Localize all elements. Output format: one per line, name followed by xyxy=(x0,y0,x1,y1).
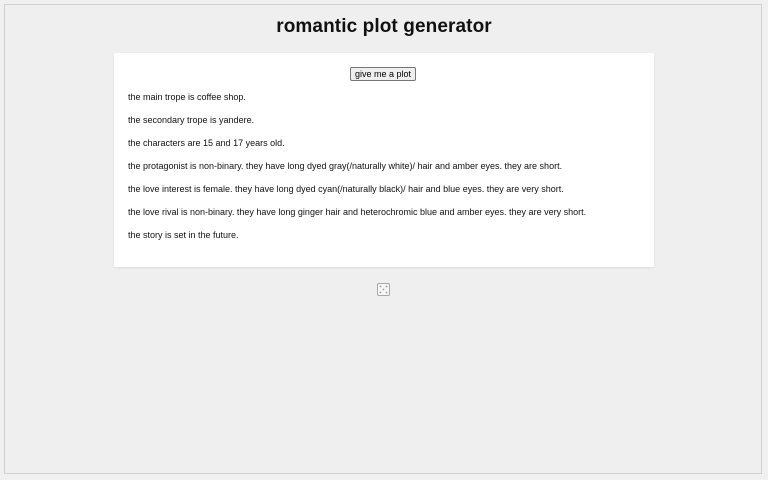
plot-line-protagonist: the protagonist is non-binary. they have… xyxy=(128,161,563,171)
plot-line-main-trope: the main trope is coffee shop. xyxy=(128,92,246,102)
page-title: romantic plot generator xyxy=(276,16,492,37)
plot-line-love-rival: the love rival is non-binary. they have … xyxy=(128,207,587,217)
dice-icon xyxy=(377,283,390,296)
plot-line-secondary-trope: the secondary trope is yandere. xyxy=(128,115,255,125)
plot-lines: the main trope is coffee shop. the secon… xyxy=(128,91,586,252)
plot-line-setting: the story is set in the future. xyxy=(128,230,239,240)
plot-line-love-interest: the love interest is female. they have l… xyxy=(128,184,564,194)
plot-line-ages: the characters are 15 and 17 years old. xyxy=(128,138,285,148)
plot-card: give me a plot the main trope is coffee … xyxy=(114,53,654,267)
generate-plot-button[interactable]: give me a plot xyxy=(350,67,417,81)
